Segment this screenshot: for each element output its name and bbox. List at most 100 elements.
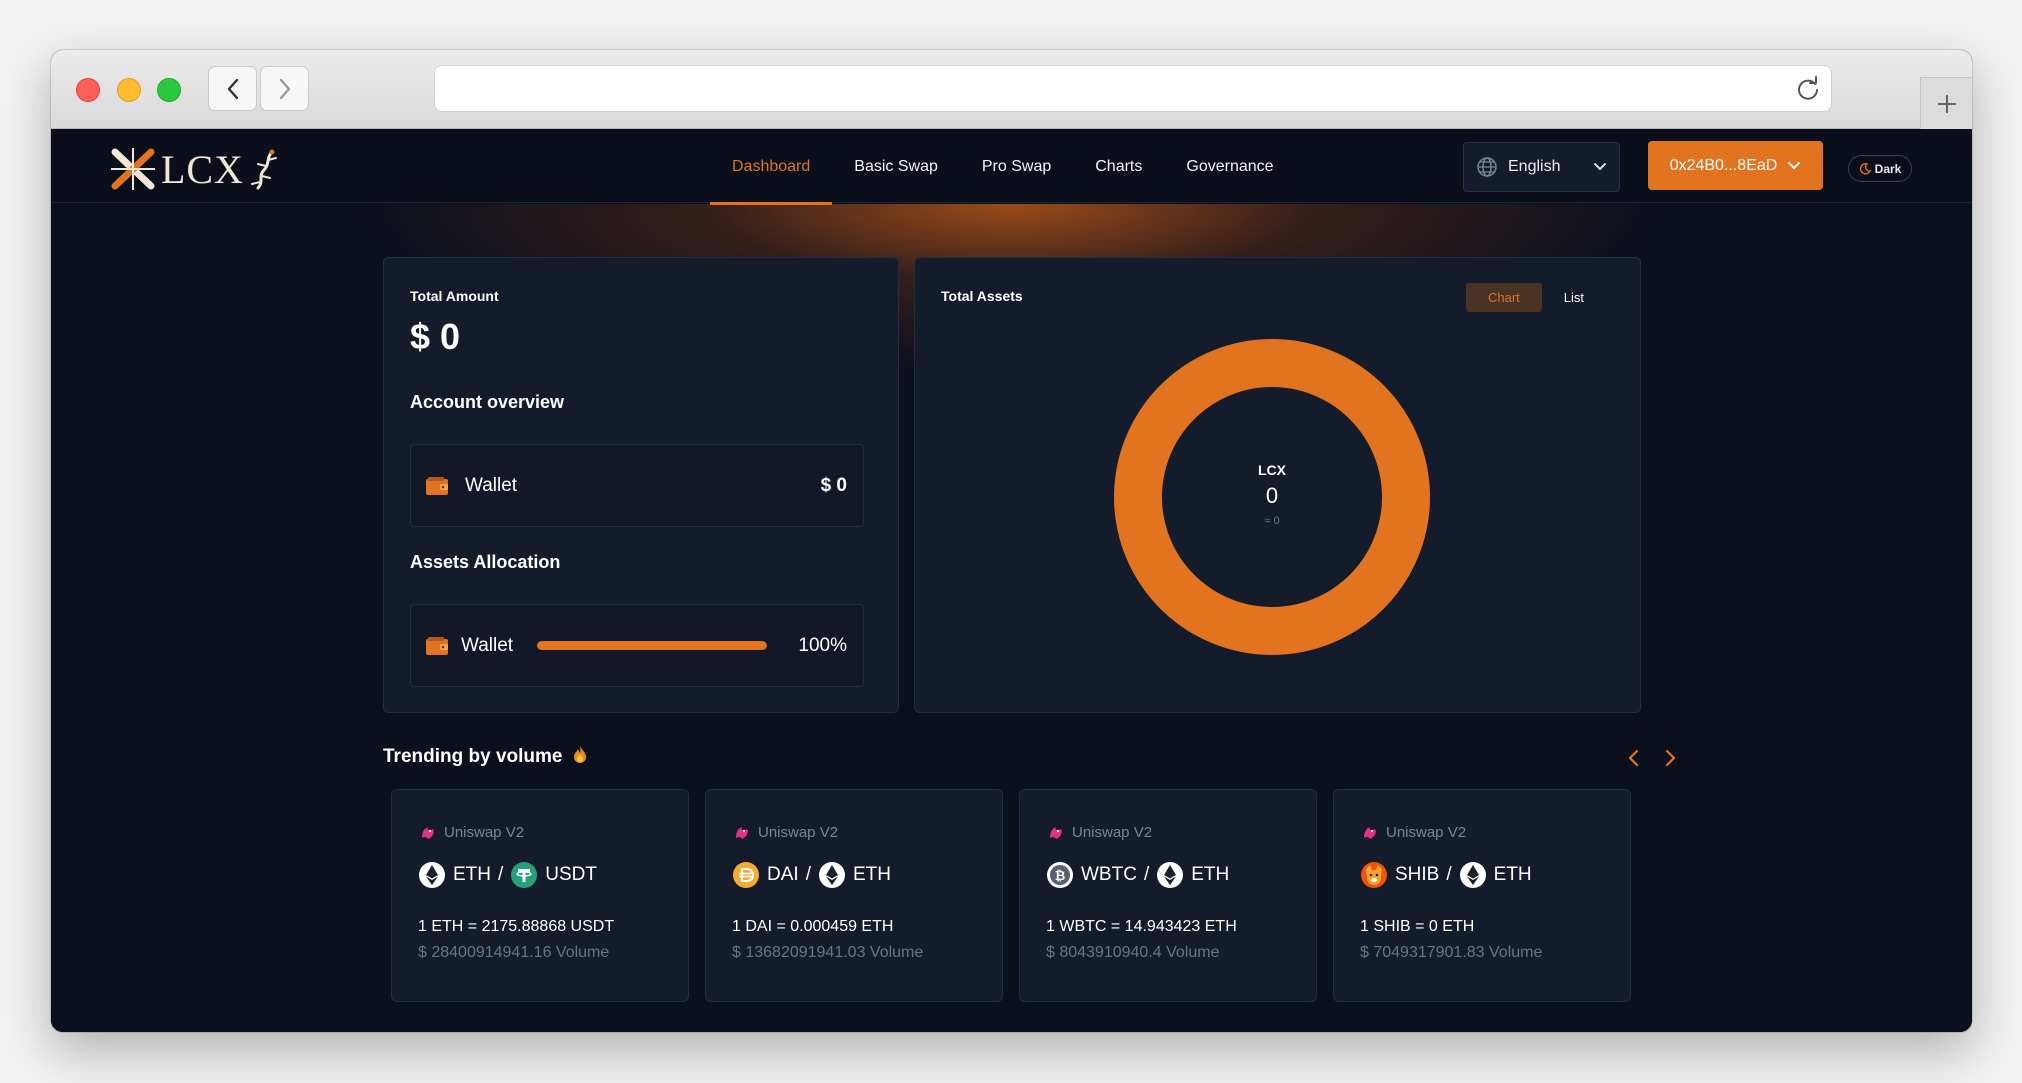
- allocation-label: Wallet: [461, 634, 514, 656]
- donut-center-symbol: LCX: [1258, 462, 1287, 478]
- eth-coin-icon: [419, 862, 445, 888]
- wallet-icon: [426, 636, 448, 655]
- allocation-progress-bar: [537, 641, 768, 650]
- pair-base: DAI: [767, 864, 799, 885]
- chevron-left-icon: [227, 78, 238, 99]
- moon-icon: [1859, 162, 1871, 174]
- chevron-down-icon: [1594, 163, 1606, 171]
- account-summary-card: Total Amount $ 0 Account overview Wallet…: [383, 257, 899, 713]
- uniswap-icon: [736, 827, 748, 839]
- app-viewport: LCX Dashboard Basic Swap Pro Swap Charts…: [51, 130, 1972, 1032]
- total-assets-card: Total Assets Chart List LCX 0 ≈ 0: [914, 257, 1641, 713]
- eth-coin-icon: [1157, 862, 1184, 888]
- browser-window: LCX Dashboard Basic Swap Pro Swap Charts…: [51, 50, 1972, 1032]
- browser-toolbar: [51, 50, 1972, 129]
- maximize-window-button[interactable]: [157, 78, 181, 102]
- uniswap-icon: [1364, 827, 1376, 839]
- trending-rate: 1 DAI = 0.000459 ETH: [732, 918, 894, 935]
- new-tab-button[interactable]: [1920, 77, 1972, 129]
- pair-base: WBTC: [1081, 864, 1137, 885]
- trending-card[interactable]: Uniswap V2 SHIB / ETH 1 SHIB = 0 ETH $ 70…: [1333, 789, 1631, 1002]
- browser-forward-button[interactable]: [260, 66, 309, 111]
- theme-toggle[interactable]: Dark: [1848, 155, 1912, 182]
- nav-pro-swap[interactable]: Pro Swap: [960, 130, 1073, 203]
- minimize-window-button[interactable]: [117, 78, 141, 102]
- eth-coin-icon: [1459, 862, 1486, 888]
- trending-volume: $ 7049317901.83 Volume: [1360, 944, 1543, 961]
- trending-card[interactable]: Uniswap V2 DAI / ETH 1 DAI = 0.000459 ETH…: [705, 789, 1003, 1002]
- total-amount-label: Total Amount: [410, 288, 499, 304]
- trending-rate: 1 WBTC = 14.943423 ETH: [1046, 918, 1237, 935]
- language-selector[interactable]: English: [1463, 142, 1620, 192]
- wallet-overview-row: Wallet $ 0: [410, 444, 864, 527]
- eth-coin-icon: [818, 862, 845, 888]
- trending-title: Trending by volume: [383, 744, 588, 768]
- trending-source: Uniswap V2: [732, 822, 838, 842]
- trending-rate: 1 ETH = 2175.88868 USDT: [418, 918, 615, 935]
- trending-pair: ETH / USDT: [418, 861, 597, 889]
- theme-label: Dark: [1874, 161, 1902, 176]
- trending-pair: DAI / ETH: [732, 861, 891, 889]
- nav-governance[interactable]: Governance: [1164, 130, 1295, 203]
- address-bar[interactable]: [434, 65, 1832, 112]
- top-navigation: LCX Dashboard Basic Swap Pro Swap Charts…: [51, 130, 1972, 205]
- wbtc-coin-icon: ₿: [1047, 862, 1073, 888]
- trending-source-label: Uniswap V2: [1072, 823, 1153, 841]
- globe-icon: [1477, 157, 1497, 177]
- uniswap-icon: [422, 827, 434, 839]
- chevron-right-icon: [279, 78, 290, 99]
- trending-next-arrow[interactable]: [1663, 748, 1677, 768]
- trending-prev-arrow[interactable]: [1627, 748, 1641, 768]
- shib-coin-icon: [1361, 862, 1387, 888]
- trending-source-label: Uniswap V2: [1386, 823, 1467, 841]
- nav-basic-swap[interactable]: Basic Swap: [832, 130, 960, 203]
- dai-coin-icon: [733, 862, 759, 888]
- lcx-logo-icon: [111, 148, 155, 190]
- wallet-icon: [426, 476, 448, 495]
- trending-card[interactable]: Uniswap V2 ETH / USDT 1 ETH = 2175.88868 …: [391, 789, 689, 1002]
- allocation-percent: 100%: [798, 634, 847, 656]
- chevron-down-icon: [1788, 161, 1801, 169]
- allocation-row: Wallet 100%: [410, 604, 864, 687]
- trending-title-text: Trending by volume: [383, 746, 563, 767]
- total-amount-value: $ 0: [410, 316, 461, 357]
- pair-quote: ETH: [1493, 864, 1532, 885]
- main-menu: Dashboard Basic Swap Pro Swap Charts Gov…: [710, 130, 1296, 205]
- assets-donut-chart: LCX 0 ≈ 0: [1114, 339, 1430, 655]
- nav-dashboard[interactable]: Dashboard: [710, 130, 833, 205]
- trending-source: Uniswap V2: [1046, 822, 1152, 842]
- language-label: English: [1508, 158, 1561, 175]
- pair-separator: /: [498, 864, 504, 885]
- reload-icon[interactable]: [1795, 76, 1821, 102]
- trending-source: Uniswap V2: [1360, 822, 1466, 842]
- trending-source-label: Uniswap V2: [758, 823, 839, 841]
- trending-volume: $ 28400914941.16 Volume: [418, 944, 610, 961]
- account-overview-title: Account overview: [410, 392, 565, 412]
- plus-icon: [1937, 94, 1956, 113]
- pair-quote: USDT: [545, 864, 598, 885]
- assets-allocation-title: Assets Allocation: [410, 552, 561, 572]
- trending-pair: ₿ WBTC / ETH: [1046, 861, 1229, 889]
- trending-volume: $ 13682091941.03 Volume: [732, 944, 924, 961]
- pair-base: SHIB: [1395, 864, 1440, 885]
- pair-separator: /: [1143, 864, 1150, 885]
- close-window-button[interactable]: [76, 78, 100, 102]
- nav-charts[interactable]: Charts: [1073, 130, 1164, 203]
- pair-quote: ETH: [852, 864, 891, 885]
- brand-name: LCX: [161, 146, 244, 192]
- brand-logo[interactable]: LCX: [109, 146, 282, 192]
- wallet-address: 0x24B0...8EaD: [1669, 156, 1778, 174]
- wallet-address-button[interactable]: 0x24B0...8EaD: [1648, 141, 1823, 190]
- gecko-icon: [251, 149, 277, 190]
- trending-volume: $ 8043910940.4 Volume: [1046, 944, 1220, 961]
- pair-separator: /: [805, 864, 811, 885]
- pair-separator: /: [1446, 864, 1452, 885]
- trending-card[interactable]: Uniswap V2 ₿ WBTC / ETH 1 WBTC = 14.94342…: [1019, 789, 1317, 1002]
- donut-center-approx: ≈ 0: [1264, 515, 1279, 527]
- pair-base: ETH: [453, 864, 491, 885]
- browser-back-button[interactable]: [208, 66, 257, 111]
- allocation-progress-fill: [537, 641, 768, 650]
- wallet-label: Wallet: [465, 474, 518, 496]
- fire-icon: [573, 745, 586, 763]
- trending-source-label: Uniswap V2: [444, 823, 525, 841]
